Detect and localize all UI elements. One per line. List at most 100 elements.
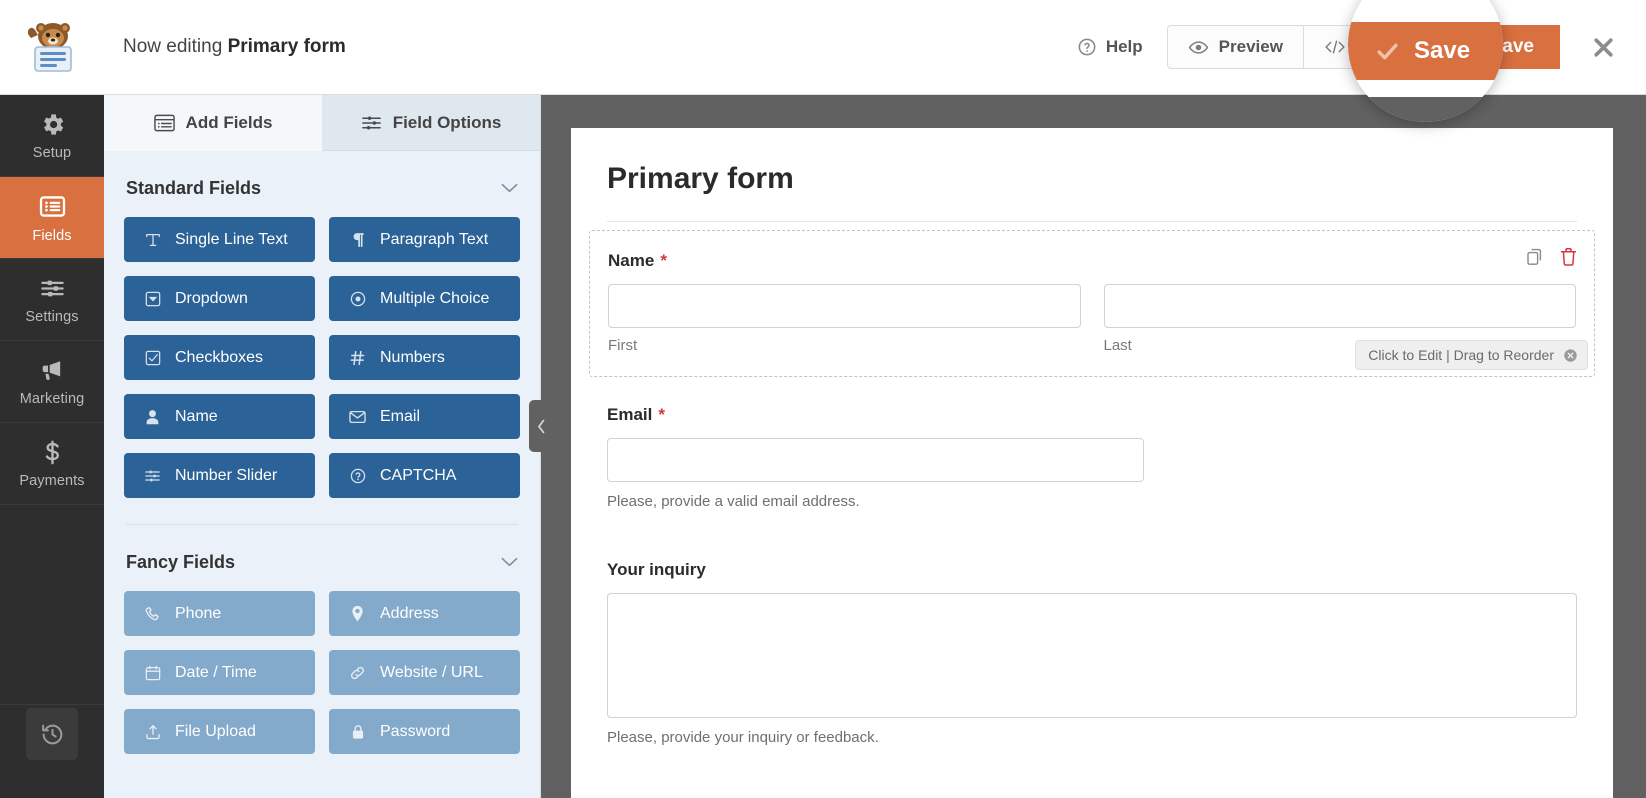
section-header-fancy-fields[interactable]: Fancy Fields	[124, 525, 520, 591]
field-button-dropdown[interactable]: Dropdown	[124, 276, 315, 321]
phone-icon	[143, 606, 162, 622]
trash-icon[interactable]	[1559, 247, 1578, 267]
sidebar-item-setup[interactable]: Setup	[0, 95, 104, 177]
chevron-down-icon	[501, 183, 518, 193]
caret-square-down-icon	[143, 291, 162, 307]
close-icon	[1593, 37, 1613, 57]
revision-history-button[interactable]	[26, 708, 78, 760]
field-button-label: Checkboxes	[175, 348, 264, 366]
field-button-label: Password	[380, 722, 451, 740]
megaphone-icon	[42, 361, 61, 380]
envelope-icon	[348, 410, 367, 424]
field-button-date-time[interactable]: Date / Time	[124, 650, 315, 695]
inquiry-textarea[interactable]	[607, 593, 1577, 718]
field-actions	[1525, 247, 1578, 267]
preview-form-title: Primary form	[607, 162, 794, 195]
field-button-paragraph-text[interactable]: Paragraph Text	[329, 217, 520, 262]
code-icon	[1325, 40, 1345, 54]
save-label: Save	[1489, 36, 1534, 57]
drag-reorder-tooltip: Click to Edit | Drag to Reorder	[1355, 340, 1588, 370]
form-field-email[interactable]: Email * Please, provide a valid email ad…	[589, 385, 1595, 532]
top-toolbar: Now editing Primary form Help Preview Em…	[104, 0, 1646, 95]
field-options-icon	[361, 116, 381, 129]
field-button-name[interactable]: Name	[124, 394, 315, 439]
gear-icon	[43, 113, 63, 135]
field-button-label: Number Slider	[175, 466, 278, 484]
wpforms-builder: Setup Fields Settings Marketing Payments…	[0, 0, 1646, 798]
form-sheet: Primary form Name * First Last Click to …	[571, 128, 1613, 798]
section-header-standard-fields[interactable]: Standard Fields	[124, 151, 520, 217]
tab-label: Add Fields	[185, 112, 273, 132]
field-button-phone[interactable]: Phone	[124, 591, 315, 636]
required-marker: *	[660, 251, 667, 270]
field-label: Email	[607, 405, 653, 424]
sidebar-item-fields[interactable]: Fields	[0, 177, 104, 259]
add-fields-icon	[153, 114, 175, 131]
field-button-email[interactable]: Email	[329, 394, 520, 439]
section-title: Standard Fields	[126, 178, 262, 198]
mascot-logo-icon	[27, 23, 72, 72]
field-button-password[interactable]: Password	[329, 709, 520, 754]
field-button-label: CAPTCHA	[380, 466, 457, 484]
name-first-input[interactable]	[608, 284, 1081, 328]
wpforms-logo	[0, 0, 104, 95]
tab-add-fields[interactable]: Add Fields	[104, 95, 322, 151]
panel-body: Standard Fields Single Line Text Paragra…	[104, 151, 540, 754]
embed-button[interactable]: Embed	[1303, 25, 1434, 69]
field-button-label: File Upload	[175, 722, 256, 740]
field-button-number-slider[interactable]: Number Slider	[124, 453, 315, 498]
collapse-panel-handle[interactable]	[529, 400, 553, 452]
sidebar-item-marketing[interactable]: Marketing	[0, 341, 104, 423]
field-button-single-line-text[interactable]: Single Line Text	[124, 217, 315, 262]
toolbar-actions: Help Preview Embed Save	[1077, 0, 1646, 94]
check-square-icon	[143, 350, 162, 366]
sidebar-item-settings[interactable]: Settings	[0, 259, 104, 341]
close-circle-icon[interactable]	[1563, 348, 1578, 363]
sliders-icon	[40, 280, 64, 296]
text-width-icon	[143, 232, 162, 248]
save-button[interactable]: Save	[1433, 25, 1560, 69]
required-marker: *	[658, 405, 665, 424]
name-first-group: First	[608, 284, 1081, 354]
name-first-sublabel: First	[608, 337, 638, 354]
lock-icon	[348, 724, 367, 740]
form-name: Primary form	[227, 36, 346, 57]
close-builder-button[interactable]	[1560, 0, 1646, 94]
chevron-down-icon	[501, 557, 518, 567]
hashtag-icon	[348, 350, 367, 366]
email-input[interactable]	[607, 438, 1144, 482]
preview-embed-group: Preview Embed	[1166, 25, 1434, 69]
tab-field-options[interactable]: Field Options	[322, 95, 540, 151]
preview-button[interactable]: Preview	[1166, 25, 1304, 69]
duplicate-icon[interactable]	[1525, 247, 1545, 267]
panel-tabs: Add Fields Field Options	[104, 95, 540, 151]
help-button[interactable]: Help	[1077, 37, 1143, 57]
drag-tooltip-label: Click to Edit | Drag to Reorder	[1368, 347, 1554, 363]
section-title: Fancy Fields	[126, 552, 236, 572]
fields-panel: Add Fields Field Options Standard Fields	[104, 95, 541, 798]
field-button-file-upload[interactable]: File Upload	[124, 709, 315, 754]
form-field-name[interactable]: Name * First Last Click to Edit | Drag t…	[589, 230, 1595, 377]
chevron-left-icon	[537, 419, 544, 433]
field-button-address[interactable]: Address	[329, 591, 520, 636]
field-button-multiple-choice[interactable]: Multiple Choice	[329, 276, 520, 321]
title-divider	[607, 221, 1577, 222]
upload-icon	[143, 724, 162, 740]
sliders-icon	[143, 468, 162, 484]
form-field-your-inquiry[interactable]: Your inquiry Please, provide your inquir…	[589, 540, 1595, 768]
field-button-checkboxes[interactable]: Checkboxes	[124, 335, 315, 380]
question-circle-icon	[348, 468, 367, 484]
field-label: Your inquiry	[607, 560, 706, 579]
rail-spacer	[0, 505, 104, 705]
help-label: Help	[1105, 37, 1143, 56]
sidebar-item-payments[interactable]: Payments	[0, 423, 104, 505]
radio-circle-icon	[348, 291, 367, 307]
dollar-icon	[45, 440, 59, 464]
name-last-input[interactable]	[1103, 284, 1576, 328]
field-button-numbers[interactable]: Numbers	[329, 335, 520, 380]
eye-icon	[1188, 40, 1208, 54]
field-button-website-url[interactable]: Website / URL	[329, 650, 520, 695]
field-label-row: Your inquiry	[607, 560, 1577, 580]
page-title: Now editing Primary form	[123, 36, 346, 58]
field-button-captcha[interactable]: CAPTCHA	[329, 453, 520, 498]
